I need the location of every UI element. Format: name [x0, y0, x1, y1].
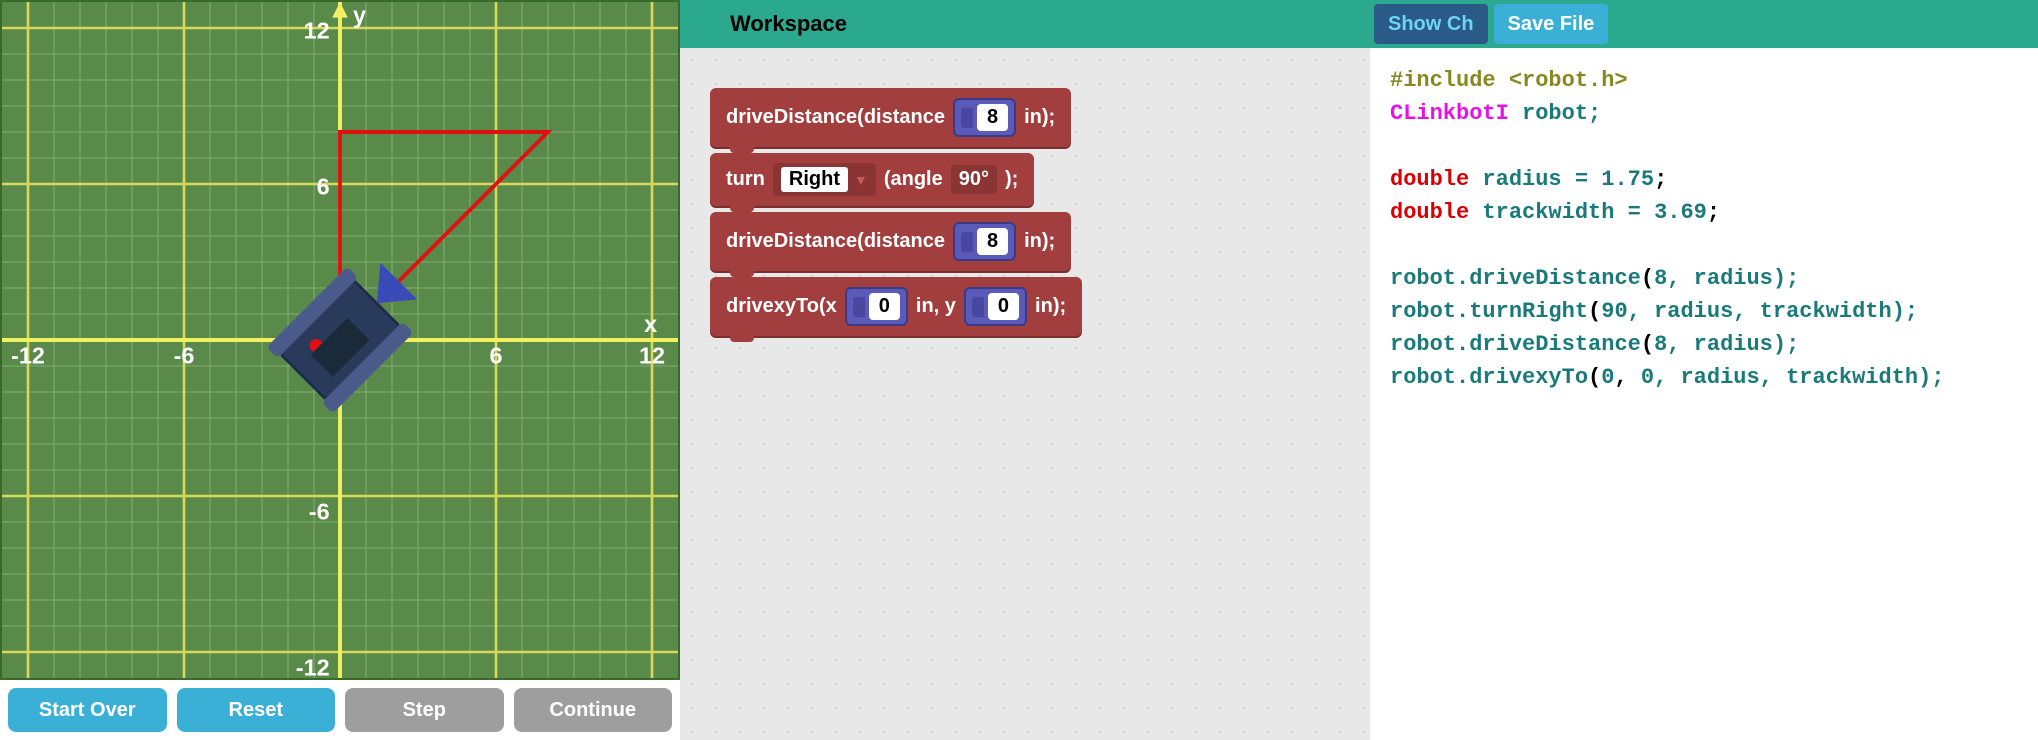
block-number-input[interactable]: 0 — [964, 287, 1027, 326]
code-token: , radius, trackwidth); — [1628, 299, 1918, 324]
block-label: in); — [1035, 295, 1066, 318]
code-token: CLinkbotI — [1390, 101, 1509, 126]
block-number-input[interactable]: 8 — [953, 222, 1016, 261]
tick-label: 12 — [639, 342, 665, 368]
tick-label: -6 — [309, 498, 330, 524]
tick-label: 6 — [317, 173, 330, 199]
code-token: 8 — [1654, 266, 1667, 291]
code-editor[interactable]: #include <robot.h> CLinkbotI robot; doub… — [1370, 48, 2038, 410]
block-label: (angle — [884, 168, 943, 191]
code-token: , radius); — [1667, 332, 1799, 357]
workspace-header: Workspace — [680, 0, 1370, 48]
code-token: robot. — [1390, 332, 1469, 357]
code-header: Show Ch Save File — [1370, 0, 2038, 48]
block-drivexyto[interactable]: drivexyTo(x 0 in, y 0 in); — [710, 277, 1082, 336]
code-token: double — [1390, 200, 1469, 225]
code-token: ( — [1588, 365, 1601, 390]
code-token: #include <robot.h> — [1390, 68, 1628, 93]
continue-button[interactable]: Continue — [514, 688, 673, 732]
block-label: driveDistance(distance — [726, 106, 945, 129]
y-axis-label: y — [353, 2, 366, 28]
control-bar: Start Over Reset Step Continue — [0, 680, 680, 740]
code-token: radius = — [1469, 167, 1601, 192]
save-file-button[interactable]: Save File — [1494, 4, 1609, 44]
code-token: robot. — [1390, 299, 1469, 324]
tick-label: 6 — [489, 342, 502, 368]
block-number-input[interactable]: 0 — [845, 287, 908, 326]
x-axis-label: x — [644, 311, 657, 337]
show-ch-button[interactable]: Show Ch — [1374, 4, 1488, 44]
code-token: 3.69 — [1654, 200, 1707, 225]
tick-label: -12 — [11, 342, 45, 368]
block-label: ); — [1005, 168, 1018, 191]
block-drivedistance[interactable]: driveDistance(distance 8 in); — [710, 212, 1071, 271]
code-token: , — [1614, 365, 1640, 390]
code-token: ; — [1654, 167, 1667, 192]
block-stack: driveDistance(distance 8 in); turn Right… — [680, 48, 1370, 382]
code-token: trackwidth = — [1469, 200, 1654, 225]
workspace-title: Workspace — [730, 11, 847, 37]
block-label: in); — [1024, 230, 1055, 253]
block-label: in, y — [916, 295, 956, 318]
code-token: , radius, trackwidth); — [1654, 365, 1944, 390]
code-token: robot. — [1390, 266, 1469, 291]
block-number-input[interactable]: 8 — [953, 98, 1016, 137]
simulation-grid: x y -12 -6 6 12 12 6 -6 -12 — [0, 0, 680, 680]
code-token: robot; — [1509, 101, 1601, 126]
code-token: driveDistance — [1469, 332, 1641, 357]
block-label: driveDistance(distance — [726, 230, 945, 253]
code-token: drivexyTo — [1469, 365, 1588, 390]
code-token: 0 — [1601, 365, 1614, 390]
code-token: robot. — [1390, 365, 1469, 390]
block-angle-input[interactable]: 90° — [951, 165, 997, 194]
code-token: 90 — [1601, 299, 1627, 324]
code-token: driveDistance — [1469, 266, 1641, 291]
start-over-button[interactable]: Start Over — [8, 688, 167, 732]
code-token: ; — [1707, 200, 1720, 225]
block-drivedistance[interactable]: driveDistance(distance 8 in); — [710, 88, 1071, 147]
tick-label: -6 — [174, 342, 195, 368]
step-button[interactable]: Step — [345, 688, 504, 732]
block-label: in); — [1024, 106, 1055, 129]
block-turn[interactable]: turn Right▼ (angle 90° ); — [710, 153, 1034, 206]
code-token: 8 — [1654, 332, 1667, 357]
code-token: double — [1390, 167, 1469, 192]
code-token: ( — [1641, 266, 1654, 291]
turn-direction-dropdown[interactable]: Right▼ — [773, 163, 876, 196]
code-token: turnRight — [1469, 299, 1588, 324]
code-token: 1.75 — [1601, 167, 1654, 192]
code-token: ( — [1641, 332, 1654, 357]
code-panel: Show Ch Save File #include <robot.h> CLi… — [1370, 0, 2038, 740]
reset-button[interactable]: Reset — [177, 688, 336, 732]
block-label: drivexyTo(x — [726, 295, 837, 318]
chevron-down-icon: ▼ — [854, 172, 868, 188]
tick-label: 12 — [304, 17, 330, 43]
code-token: ( — [1588, 299, 1601, 324]
tick-label: -12 — [296, 654, 330, 678]
block-label: turn — [726, 168, 765, 191]
workspace-panel[interactable]: Workspace driveDistance(distance 8 in); … — [680, 0, 1370, 740]
code-token: 0 — [1641, 365, 1654, 390]
code-token: , radius); — [1667, 266, 1799, 291]
